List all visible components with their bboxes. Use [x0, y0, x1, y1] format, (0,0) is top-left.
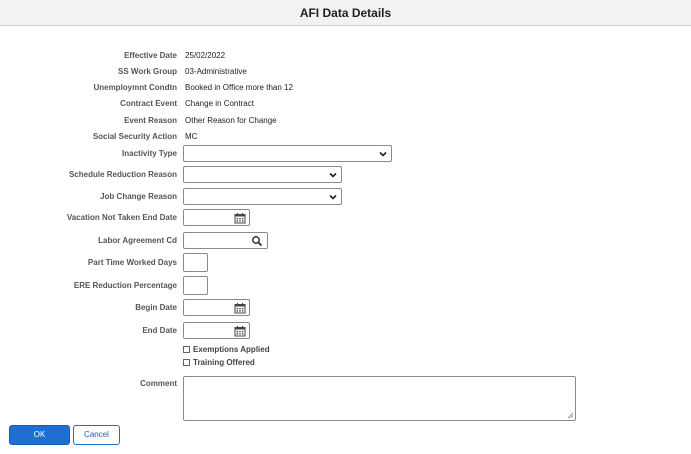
training-offered-checkbox[interactable]	[183, 359, 190, 366]
event-reason-label: Event Reason	[124, 116, 177, 125]
ss-work-group-value: 03-Administrative	[185, 67, 247, 76]
exemptions-applied-label: Exemptions Applied	[193, 345, 270, 354]
search-icon[interactable]	[251, 235, 263, 247]
resize-handle-icon[interactable]	[567, 412, 574, 419]
schedule-reduction-reason-select[interactable]	[183, 166, 342, 183]
unemployment-condition-label: Unemploymnt Condtn	[93, 83, 177, 92]
social-security-action-label: Social Security Action	[92, 132, 177, 141]
part-time-worked-days-label: Part Time Worked Days	[87, 258, 177, 267]
exemptions-applied-checkbox[interactable]	[183, 346, 190, 353]
ere-reduction-percentage-input[interactable]	[183, 276, 208, 295]
vacation-not-taken-end-date-input[interactable]	[183, 209, 250, 226]
end-date-input[interactable]	[183, 322, 250, 339]
contract-event-value: Change in Contract	[185, 99, 254, 108]
begin-date-label: Begin Date	[135, 303, 177, 312]
chevron-down-icon	[329, 194, 337, 200]
labor-agreement-cd-label: Labor Agreement Cd	[98, 236, 177, 245]
labor-agreement-cd-input[interactable]	[183, 232, 268, 249]
calendar-icon[interactable]	[234, 212, 246, 224]
chevron-down-icon	[379, 151, 387, 157]
part-time-worked-days-input[interactable]	[183, 253, 208, 272]
event-reason-value: Other Reason for Change	[185, 116, 277, 125]
chevron-down-icon	[329, 172, 337, 178]
vacation-not-taken-end-date-label: Vacation Not Taken End Date	[66, 213, 177, 222]
exemptions-applied-row[interactable]: Exemptions Applied	[183, 345, 270, 355]
training-offered-row[interactable]: Training Offered	[183, 358, 255, 368]
contract-event-label: Contract Event	[120, 99, 177, 108]
effective-date-label: Effective Date	[124, 51, 177, 60]
ok-button[interactable]: OK	[9, 425, 70, 445]
cancel-button[interactable]: Cancel	[73, 425, 120, 445]
begin-date-input[interactable]	[183, 299, 250, 316]
inactivity-type-select[interactable]	[183, 145, 392, 162]
job-change-reason-select[interactable]	[183, 188, 342, 205]
training-offered-label: Training Offered	[193, 358, 255, 367]
calendar-icon[interactable]	[234, 302, 246, 314]
comment-textarea[interactable]	[183, 376, 576, 421]
social-security-action-value: MC	[185, 132, 198, 141]
comment-label: Comment	[140, 379, 177, 388]
ere-reduction-percentage-label: ERE Reduction Percentage	[73, 281, 177, 290]
end-date-label: End Date	[142, 326, 177, 335]
ss-work-group-label: SS Work Group	[118, 67, 177, 76]
inactivity-type-label: Inactivity Type	[122, 149, 177, 158]
calendar-icon[interactable]	[234, 325, 246, 337]
effective-date-value: 25/02/2022	[185, 51, 226, 60]
unemployment-condition-value: Booked in Office more than 12	[185, 83, 293, 92]
schedule-reduction-reason-label: Schedule Reduction Reason	[68, 170, 177, 179]
dialog-title: AFI Data Details	[0, 0, 691, 26]
job-change-reason-label: Job Change Reason	[100, 192, 177, 201]
